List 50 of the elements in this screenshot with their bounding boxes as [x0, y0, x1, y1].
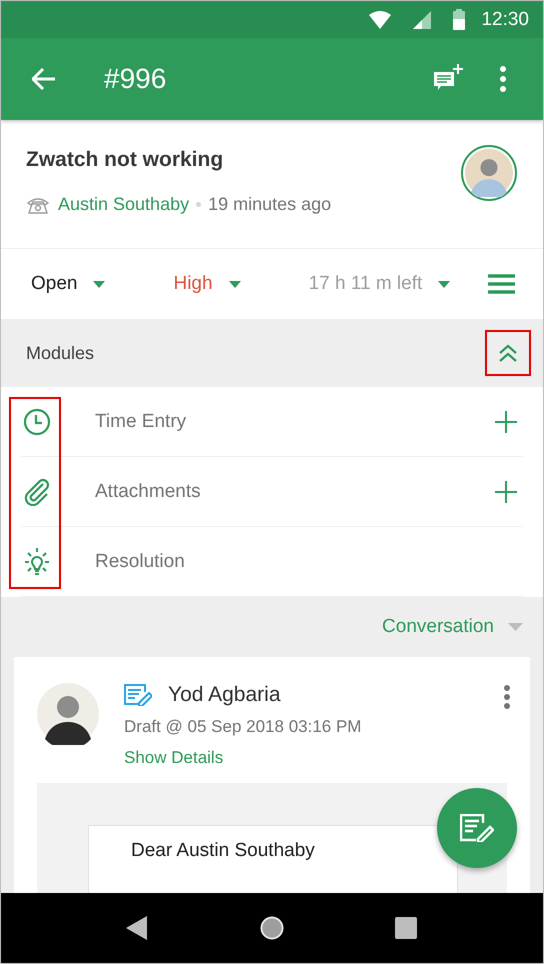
author-name: Yod Agbaria — [168, 683, 280, 707]
compose-icon — [460, 814, 494, 842]
more-button[interactable] — [504, 685, 510, 709]
square-icon — [394, 916, 418, 940]
home-button[interactable] — [260, 916, 284, 940]
modules-heading: Modules — [26, 342, 96, 364]
more-icon — [504, 685, 510, 709]
requester-link[interactable]: Austin Southaby — [58, 194, 190, 215]
menu-button[interactable] — [488, 274, 515, 294]
add-button[interactable] — [495, 480, 519, 504]
ticket-number: #996 — [104, 63, 168, 95]
signal-icon — [413, 10, 432, 28]
more-icon — [500, 66, 506, 92]
lightbulb-icon — [23, 548, 51, 576]
overview-button[interactable] — [394, 916, 418, 940]
phone-icon — [26, 196, 50, 214]
menu-icon — [488, 274, 515, 294]
wifi-icon — [369, 10, 392, 28]
caret-icon — [228, 280, 241, 288]
caret-icon — [438, 280, 450, 288]
module-item[interactable]: Time Entry — [95, 410, 495, 432]
plus-icon — [495, 410, 517, 432]
module-item[interactable]: Resolution — [95, 550, 523, 572]
collapse-button[interactable] — [485, 330, 531, 376]
status-dropdown[interactable]: Open — [31, 273, 106, 295]
ticket-age: 19 minutes ago — [208, 194, 332, 215]
paperclip-icon — [23, 478, 51, 506]
module-item[interactable]: Attachments — [95, 480, 495, 502]
battery-icon — [453, 9, 466, 30]
draft-icon — [124, 684, 152, 706]
message-body: Dear Austin Southaby — [131, 840, 315, 861]
back-button[interactable] — [126, 916, 150, 940]
show-details-link[interactable]: Show Details — [124, 748, 224, 768]
caret-icon — [93, 280, 106, 288]
avatar — [37, 683, 99, 745]
clock-icon — [23, 408, 51, 436]
back-icon — [32, 68, 56, 90]
due-time-dropdown[interactable]: 17 h 11 m left — [308, 273, 450, 295]
back-icon — [126, 916, 150, 940]
double-chevron-up-icon — [498, 344, 518, 362]
home-icon — [260, 916, 284, 940]
status-time: 12:30 — [481, 8, 529, 30]
add-button[interactable] — [495, 410, 519, 434]
avatar — [465, 149, 513, 197]
caret-icon — [508, 623, 523, 631]
priority-dropdown[interactable]: High — [173, 273, 241, 295]
message-date: Draft @ 05 Sep 2018 03:16 PM — [124, 717, 362, 737]
ticket-subject: Zwatch not working — [26, 148, 224, 172]
conversation-filter[interactable]: Conversation — [382, 597, 523, 657]
plus-icon — [495, 480, 517, 502]
